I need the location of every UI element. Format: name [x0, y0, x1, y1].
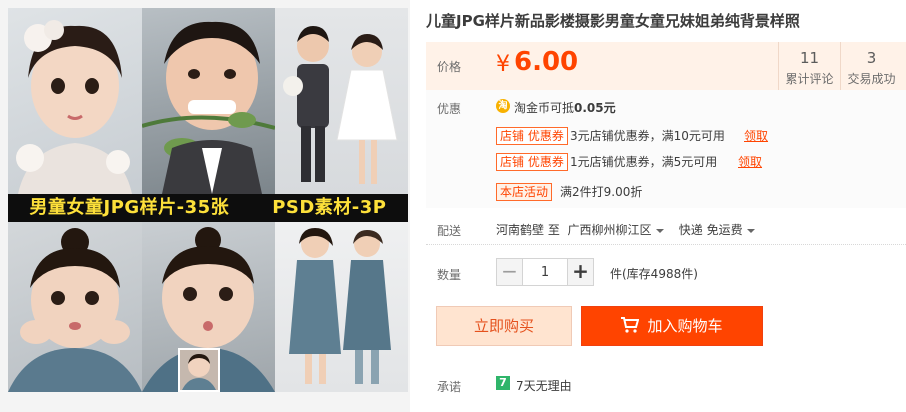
cart-icon — [621, 317, 640, 333]
product-image-gallery[interactable]: 男童女童JPG样片-35张 PSD素材-3P — [0, 0, 410, 412]
banner-right-text: PSD素材-3P — [272, 197, 387, 218]
quantity-decrease-button[interactable]: − — [496, 258, 523, 286]
review-count: 11 — [799, 49, 820, 67]
photo-boy-rose — [142, 8, 275, 194]
add-to-cart-label: 加入购物车 — [647, 317, 723, 335]
store-activity-text: 满2件打9.00折 — [560, 185, 643, 199]
photo-girl-pout — [8, 222, 142, 392]
promotion-section: 优惠 淘 淘金币可抵0.05元 店铺 优惠券 3元店铺优惠券，满10元可用 领取… — [426, 90, 906, 208]
store-activity-tag: 本店活动 — [496, 183, 553, 201]
promo-label: 优惠 — [437, 102, 462, 116]
review-count-label: 累计评论 — [785, 72, 834, 86]
sales-count: 3 — [866, 49, 877, 67]
coin-offer-prefix: 淘金币可抵 — [514, 101, 575, 115]
photo-kids-denim — [275, 222, 408, 392]
ship-destination: 广西柳州柳江区 — [567, 223, 652, 237]
quantity-stepper: − + — [496, 258, 594, 286]
quantity-input[interactable] — [523, 258, 567, 286]
chevron-down-icon — [746, 228, 755, 233]
coupon-text-1: 3元店铺优惠券，满10元可用 — [570, 129, 725, 143]
ship-destination-select[interactable]: 广西柳州柳江区 — [568, 223, 664, 237]
review-count-stat[interactable]: 11 累计评论 — [778, 42, 840, 90]
banner-left-text: 男童女童JPG样片-35张 — [29, 197, 230, 218]
divider — [426, 244, 906, 245]
chevron-down-icon — [655, 228, 664, 233]
taobao-coin-icon: 淘 — [496, 99, 510, 113]
price-section: 价格 ¥ 6.00 11 累计评论 3 交易成功 — [426, 42, 906, 90]
coupon-tag-2: 店铺 优惠券 — [496, 153, 568, 171]
product-title: 儿童JPG样片新品影楼摄影男童女童兄妹姐弟纯背景样照 — [426, 12, 800, 30]
buy-now-button[interactable]: 立即购买 — [436, 306, 572, 346]
price-value: 6.00 — [514, 47, 579, 77]
ship-to-word: 至 — [547, 223, 560, 237]
sales-count-stat[interactable]: 3 交易成功 — [840, 42, 902, 90]
shipping-info: 河南鹤壁 至 广西柳州柳江区 快递 免运费 — [496, 221, 755, 238]
quantity-increase-button[interactable]: + — [567, 258, 594, 286]
add-to-cart-button[interactable]: 加入购物车 — [581, 306, 763, 346]
stock-info: 件(库存4988件) — [610, 267, 698, 281]
coin-offer-text: 淘金币可抵0.05元 — [514, 99, 616, 116]
shipping-label: 配送 — [437, 224, 462, 238]
photo-inset-thumbnail — [178, 348, 220, 392]
seven-day-icon: 7 — [496, 376, 510, 390]
currency-symbol: ¥ — [496, 52, 510, 77]
sales-count-label: 交易成功 — [847, 72, 896, 86]
coupon-claim-link-1[interactable]: 领取 — [744, 127, 768, 144]
promise-label: 承诺 — [437, 380, 462, 394]
coupon-text-2: 1元店铺优惠券，满5元可用 — [570, 155, 718, 169]
coupon-claim-link-2[interactable]: 领取 — [738, 153, 762, 170]
promise-text[interactable]: 7天无理由 — [516, 377, 572, 394]
ship-method: 快递 免运费 — [678, 223, 743, 237]
photo-boy-girl-formal — [275, 8, 408, 194]
price-label: 价格 — [437, 60, 462, 74]
ship-from: 河南鹤壁 — [496, 223, 545, 237]
coupon-tag-1: 店铺 优惠券 — [496, 127, 568, 145]
gallery-banner: 男童女童JPG样片-35张 PSD素材-3P — [8, 194, 408, 222]
ship-method-select[interactable]: 快递 免运费 — [679, 223, 755, 237]
photo-girl-flowers — [8, 8, 142, 194]
product-info-panel: 儿童JPG样片新品影楼摄影男童女童兄妹姐弟纯背景样照 价格 ¥ 6.00 11 … — [426, 0, 906, 412]
coin-offer-amount: 0.05元 — [574, 101, 616, 115]
quantity-label: 数量 — [437, 268, 462, 282]
